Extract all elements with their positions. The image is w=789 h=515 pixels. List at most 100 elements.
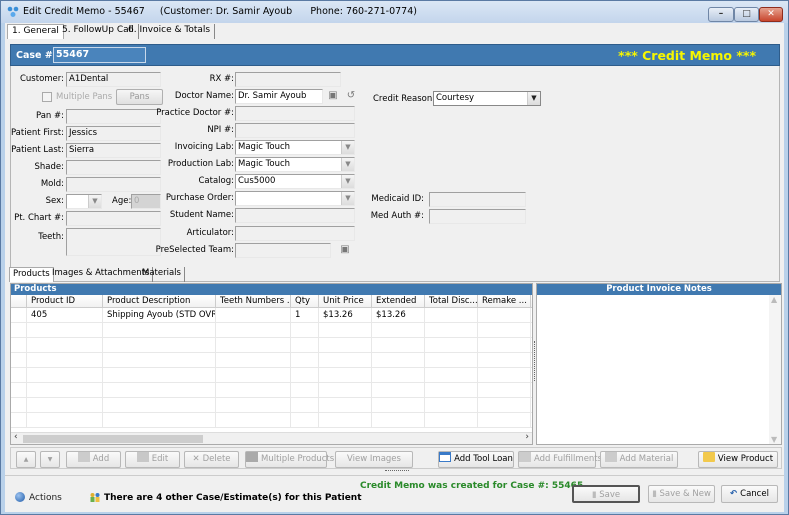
add-button[interactable]: Add <box>66 451 121 468</box>
column-header[interactable]: Teeth Numbers ... <box>216 295 291 308</box>
row-selector[interactable] <box>11 413 27 428</box>
production-lab-dropdown[interactable]: Magic Touch ▼ <box>235 157 355 172</box>
purchase-order-dropdown[interactable]: ▼ <box>235 191 355 206</box>
scroll-down-icon[interactable]: ▼ <box>771 435 777 444</box>
table-cell <box>425 413 478 428</box>
chevron-down-icon[interactable]: ▼ <box>341 141 354 154</box>
row-selector[interactable] <box>11 353 27 368</box>
row-selector[interactable] <box>11 308 27 323</box>
move-down-button[interactable]: ▼ <box>40 451 60 468</box>
empty-table-row[interactable] <box>11 413 532 428</box>
horizontal-scrollbar[interactable]: ‹ › <box>11 432 532 444</box>
table-cell: $13.26 <box>319 308 372 323</box>
tab-products[interactable]: Products <box>9 267 54 282</box>
maximize-button[interactable]: □ <box>734 7 759 22</box>
table-cell <box>478 368 531 383</box>
notes-vertical-scrollbar[interactable]: ▲ ▼ <box>769 295 781 444</box>
case-number-field[interactable]: 55467 <box>53 47 146 63</box>
age-field[interactable]: 0 <box>131 194 161 209</box>
preselected-team-field[interactable] <box>235 243 331 258</box>
table-row[interactable]: 405 Shipping Ayoub (STD OVR... 1 $13.26 $13.… <box>11 308 532 323</box>
scroll-up-icon[interactable]: ▲ <box>771 295 777 304</box>
scroll-right-icon[interactable]: › <box>525 432 529 442</box>
scroll-left-icon[interactable]: ‹ <box>14 432 18 442</box>
teeth-field[interactable] <box>66 228 161 256</box>
mold-field[interactable] <box>66 177 161 192</box>
articulator-field[interactable] <box>235 226 355 241</box>
add-fulfillments-button[interactable]: Add Fulfillments <box>518 451 602 468</box>
chevron-down-icon[interactable]: ▼ <box>341 158 354 171</box>
close-button[interactable]: ✕ <box>759 7 783 22</box>
empty-table-row[interactable] <box>11 338 532 353</box>
save-new-button[interactable]: ▮ Save & New <box>648 485 715 503</box>
catalog-dropdown[interactable]: Cus5000 ▼ <box>235 174 355 189</box>
tab-materials[interactable]: Materials <box>139 267 185 282</box>
column-header[interactable]: Qty <box>291 295 319 308</box>
doctor-undo-button[interactable]: ↺ <box>343 88 359 104</box>
rx-number-field[interactable] <box>235 72 341 87</box>
column-header[interactable]: Unit Price <box>319 295 372 308</box>
column-header[interactable]: Remake ... <box>478 295 531 308</box>
other-cases-notice[interactable]: There are 4 other Case/Estimate(s) for t… <box>89 492 362 503</box>
pt-chart-field[interactable] <box>66 211 161 226</box>
med-auth-field[interactable] <box>429 209 526 224</box>
customer-field[interactable]: A1Dental <box>66 72 161 87</box>
save-button[interactable]: ▮ Save <box>572 485 640 503</box>
delete-icon: ✕ <box>192 454 200 464</box>
rx-number-label: RX #: <box>209 74 234 84</box>
delete-button[interactable]: ✕ Delete <box>184 451 239 468</box>
view-product-button[interactable]: View Product <box>698 451 778 468</box>
doctor-lookup-button[interactable]: ▣ <box>325 88 341 104</box>
column-header[interactable]: Extended <box>372 295 425 308</box>
row-selector[interactable] <box>11 323 27 338</box>
pans-button[interactable]: Pans <box>116 89 163 105</box>
sex-dropdown[interactable]: ▼ <box>66 194 102 209</box>
npi-field[interactable] <box>235 123 355 138</box>
notes-textarea[interactable] <box>537 295 769 444</box>
empty-table-row[interactable] <box>11 323 532 338</box>
row-selector[interactable] <box>11 368 27 383</box>
shade-field[interactable] <box>66 160 161 175</box>
move-up-button[interactable]: ▲ <box>16 451 36 468</box>
empty-table-row[interactable] <box>11 383 532 398</box>
multiple-products-button[interactable]: Multiple Products <box>245 451 334 468</box>
actions-menu[interactable]: Actions <box>15 492 62 503</box>
credit-reason-dropdown[interactable]: Courtesy ▼ <box>433 91 541 106</box>
scroll-thumb[interactable] <box>23 435 203 443</box>
view-images-button[interactable]: View Images <box>335 451 413 468</box>
column-header[interactable]: Product ID <box>27 295 103 308</box>
pan-number-field[interactable] <box>66 109 161 124</box>
empty-table-row[interactable] <box>11 398 532 413</box>
edit-button[interactable]: Edit <box>125 451 180 468</box>
column-header[interactable]: Product Description <box>103 295 216 308</box>
chevron-down-icon[interactable]: ▼ <box>341 192 354 205</box>
patient-first-field[interactable]: Jessics <box>66 126 161 141</box>
empty-table-row[interactable] <box>11 353 532 368</box>
tab-general[interactable]: 1. General <box>7 24 64 39</box>
row-selector[interactable] <box>11 338 27 353</box>
medicaid-id-field[interactable] <box>429 192 526 207</box>
invoicing-lab-dropdown[interactable]: Magic Touch ▼ <box>235 140 355 155</box>
row-selector[interactable] <box>11 383 27 398</box>
column-header[interactable]: Total Disc... <box>425 295 478 308</box>
horizontal-splitter[interactable] <box>385 470 409 472</box>
minimize-button[interactable]: – <box>708 7 734 22</box>
row-selector[interactable] <box>11 398 27 413</box>
multiple-pans-checkbox[interactable] <box>42 92 52 102</box>
table-cell <box>319 323 372 338</box>
doctor-name-field[interactable]: Dr. Samir Ayoub <box>235 89 323 104</box>
chevron-down-icon[interactable]: ▼ <box>88 195 101 208</box>
tab-images-attachments[interactable]: Images & Attachments <box>49 267 154 282</box>
practice-doctor-field[interactable] <box>235 106 355 121</box>
title-bar[interactable]: Edit Credit Memo - 55467 (Customer: Dr. … <box>1 1 788 23</box>
chevron-down-icon[interactable]: ▼ <box>341 175 354 188</box>
tab-invoice-totals[interactable]: 6. Invoice & Totals <box>124 24 216 39</box>
add-tool-loan-button[interactable]: Add Tool Loan <box>438 451 514 468</box>
empty-table-row[interactable] <box>11 368 532 383</box>
chevron-down-icon[interactable]: ▼ <box>527 92 540 105</box>
team-lookup-button[interactable]: ▣ <box>337 242 353 258</box>
patient-last-field[interactable]: Sierra <box>66 143 161 158</box>
student-name-field[interactable] <box>235 208 355 223</box>
add-material-button[interactable]: Add Material <box>600 451 678 468</box>
cancel-button[interactable]: ↶ Cancel <box>721 485 778 503</box>
